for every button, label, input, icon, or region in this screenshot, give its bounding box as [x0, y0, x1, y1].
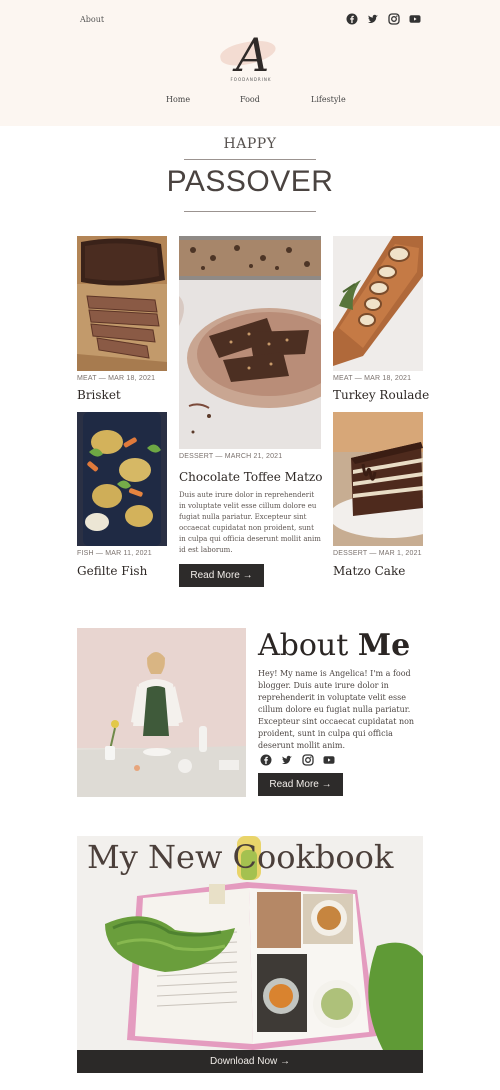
gefilte-fish-title[interactable]: Gefilte Fish	[77, 564, 147, 578]
turkey-roulade-photo[interactable]	[333, 236, 423, 371]
nav-home[interactable]: Home	[166, 95, 190, 104]
youtube-icon[interactable]	[323, 754, 335, 766]
about-title-bold: Me	[357, 628, 411, 663]
about-me-photo	[77, 628, 246, 797]
chocolate-toffee-matzo-title[interactable]: Chocolate Toffee Matzo	[179, 470, 322, 484]
brisket-photo[interactable]	[77, 236, 167, 371]
instagram-icon[interactable]	[302, 754, 314, 766]
about-social-links	[260, 754, 335, 766]
about-read-more-button[interactable]: Read More →	[258, 773, 343, 796]
headline-title: PASSOVER	[166, 165, 334, 198]
twitter-icon[interactable]	[281, 754, 293, 766]
read-more-button[interactable]: Read More →	[179, 564, 264, 587]
header-social-links	[346, 13, 421, 25]
brand-logo[interactable]: A FOODANDRINK	[218, 28, 284, 90]
brisket-title[interactable]: Brisket	[77, 388, 121, 402]
chocolate-toffee-matzo-excerpt: Duis aute irure dolor in reprehenderit i…	[179, 491, 321, 554]
instagram-icon[interactable]	[388, 13, 400, 25]
brisket-meta: MEAT — MAR 18, 2021	[77, 375, 156, 382]
cookbook-title: My New Cookbook	[87, 838, 394, 876]
about-title-light: About	[258, 628, 349, 663]
nav-food[interactable]: Food	[240, 95, 260, 104]
header: About A FOODANDRINK Home Food Lifestyle	[0, 0, 500, 126]
download-now-button[interactable]: Download Now →	[77, 1050, 423, 1073]
twitter-icon[interactable]	[367, 13, 379, 25]
headline-divider-top	[184, 159, 316, 160]
facebook-icon[interactable]	[346, 13, 358, 25]
facebook-icon[interactable]	[260, 754, 272, 766]
youtube-icon[interactable]	[409, 13, 421, 25]
matzo-cake-photo[interactable]	[333, 412, 423, 546]
cookbook-banner[interactable]: My New Cookbook	[77, 836, 423, 1050]
logo-letter: A	[236, 28, 270, 82]
gefilte-fish-meta: FISH — MAR 11, 2021	[77, 550, 152, 557]
headline-divider-bottom	[184, 211, 316, 212]
matzo-cake-meta: DESSERT — MAR 1, 2021	[333, 550, 422, 557]
nav-lifestyle[interactable]: Lifestyle	[311, 95, 346, 104]
chocolate-toffee-matzo-meta: DESSERT — MARCH 21, 2021	[179, 453, 283, 460]
matzo-cake-title[interactable]: Matzo Cake	[333, 564, 405, 578]
logo-wordmark: FOODANDRINK	[230, 77, 272, 82]
about-me-title: About Me	[258, 628, 410, 663]
chocolate-toffee-matzo-photo[interactable]	[179, 236, 321, 449]
turkey-roulade-title[interactable]: Turkey Roulade	[333, 388, 429, 402]
gefilte-fish-photo[interactable]	[77, 412, 167, 546]
headline-kicker: HAPPY	[223, 136, 277, 152]
about-me-text: Hey! My name is Angelica! I'm a food blo…	[258, 669, 415, 750]
about-link[interactable]: About	[80, 15, 104, 24]
turkey-roulade-meta: MEAT — MAR 18, 2021	[333, 375, 412, 382]
